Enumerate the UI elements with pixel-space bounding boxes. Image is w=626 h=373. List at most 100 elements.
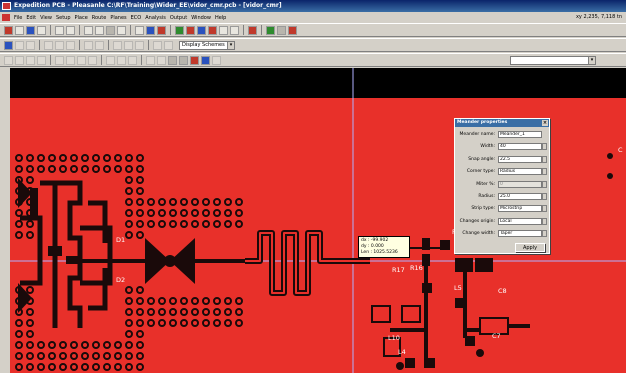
rf-via-fence-icon[interactable] xyxy=(157,55,166,65)
field-input[interactable]: Microstrip xyxy=(498,205,542,213)
via xyxy=(70,154,78,162)
menu-help[interactable]: Help xyxy=(215,15,226,21)
rf-bend-icon[interactable] xyxy=(37,55,46,65)
dialog-field-row: Corner type: Radius xyxy=(457,168,549,176)
redo-icon[interactable] xyxy=(95,25,104,35)
route-icon[interactable] xyxy=(175,25,184,35)
drc-icon[interactable] xyxy=(248,25,257,35)
rf-taper-icon[interactable] xyxy=(66,55,75,65)
measure-tooltip: dx : -99.902 dy : 0.000 Len : 1025.5236 xyxy=(358,236,410,258)
rf-cross-icon[interactable] xyxy=(88,55,97,65)
chevron-down-icon[interactable]: ▾ xyxy=(588,57,595,64)
field-input[interactable]: 25.0 xyxy=(498,193,542,200)
rf-coupler-icon[interactable] xyxy=(179,55,188,65)
spinner-icon[interactable] xyxy=(542,155,547,163)
new-icon[interactable] xyxy=(4,25,13,35)
spinner-icon[interactable] xyxy=(542,143,547,151)
close-icon[interactable]: × xyxy=(542,120,548,126)
fanout-icon[interactable] xyxy=(208,25,217,35)
apply-button[interactable]: Apply xyxy=(515,243,545,252)
rf-gap-icon[interactable] xyxy=(117,55,126,65)
field-input[interactable]: Taper xyxy=(498,230,542,238)
via-icon[interactable] xyxy=(197,25,206,35)
dialog-field-row: Strip type: Microstrip xyxy=(457,205,549,213)
align-right-icon[interactable] xyxy=(55,40,64,50)
chevron-down-icon[interactable]: ▾ xyxy=(227,41,234,49)
field-input[interactable]: Radius xyxy=(498,168,542,176)
rf-meander-icon[interactable] xyxy=(168,55,177,65)
rf-node-icon[interactable] xyxy=(4,55,13,65)
menu-place[interactable]: Place xyxy=(75,15,88,21)
pan-icon[interactable] xyxy=(153,40,162,50)
field-input[interactable]: Meander_1 xyxy=(498,131,542,138)
select-area-icon[interactable] xyxy=(15,40,24,50)
display-scheme-value: Display Schemes xyxy=(182,41,225,48)
rf-spiral-icon[interactable] xyxy=(190,55,199,65)
select-net-icon[interactable] xyxy=(26,40,35,50)
rf-arc-icon[interactable] xyxy=(55,55,64,65)
rotate-icon[interactable] xyxy=(84,40,93,50)
menu-output[interactable]: Output xyxy=(170,15,187,21)
print-icon[interactable] xyxy=(37,25,46,35)
spinner-icon[interactable] xyxy=(542,205,547,213)
cut-icon[interactable] xyxy=(55,25,64,35)
zoom-in-icon[interactable] xyxy=(113,40,122,50)
open-icon[interactable] xyxy=(15,25,24,35)
rf-export-icon[interactable] xyxy=(212,55,221,65)
menu-planes[interactable]: Planes xyxy=(110,15,126,21)
menu-route[interactable]: Route xyxy=(92,15,107,21)
undo-icon[interactable] xyxy=(84,25,93,35)
align-top-icon[interactable] xyxy=(66,40,75,50)
zoom-icon[interactable] xyxy=(230,25,239,35)
window-title-bar[interactable]: Expedition PCB - Pleasanle C:\RF\Trainin… xyxy=(0,0,626,12)
layer-select[interactable]: ▾ xyxy=(510,56,596,65)
flip-icon[interactable] xyxy=(95,40,104,50)
rf-stub-icon[interactable] xyxy=(106,55,115,65)
via xyxy=(158,319,166,327)
rf-port-icon[interactable] xyxy=(146,55,155,65)
rf-step-icon[interactable] xyxy=(128,55,137,65)
menu-edit[interactable]: Edit xyxy=(26,15,36,21)
menu-view[interactable]: View xyxy=(40,15,52,21)
select-icon[interactable] xyxy=(4,40,13,50)
via xyxy=(213,308,221,316)
layer-icon[interactable] xyxy=(266,25,275,35)
display-scheme-select[interactable]: Display Schemes ▾ xyxy=(179,40,235,50)
field-input[interactable]: Local xyxy=(498,217,542,225)
delete-icon[interactable] xyxy=(106,25,115,35)
find-icon[interactable] xyxy=(66,25,75,35)
rf-line-icon[interactable] xyxy=(26,55,35,65)
align-left-icon[interactable] xyxy=(44,40,53,50)
measure-icon[interactable] xyxy=(219,25,228,35)
save-icon[interactable] xyxy=(26,25,35,35)
rf-tee-icon[interactable] xyxy=(77,55,86,65)
via xyxy=(15,209,23,217)
menu-analysis[interactable]: Analysis xyxy=(145,15,166,21)
menu-window[interactable]: Window xyxy=(191,15,211,21)
via xyxy=(235,209,243,217)
spinner-icon[interactable] xyxy=(542,180,547,188)
redraw-icon[interactable] xyxy=(164,40,173,50)
menu-file[interactable]: File xyxy=(14,15,22,21)
spinner-icon[interactable] xyxy=(542,217,547,225)
menu-setup[interactable]: Setup xyxy=(56,15,71,21)
display-icon[interactable] xyxy=(277,25,286,35)
field-input[interactable]: 40 xyxy=(498,143,542,151)
rf-group-icon[interactable] xyxy=(201,55,210,65)
zoom-fit-icon[interactable] xyxy=(135,40,144,50)
menu-eco[interactable]: ECO xyxy=(131,15,142,21)
rf-icon[interactable] xyxy=(288,25,297,35)
document-icon[interactable] xyxy=(2,14,10,21)
paste-icon[interactable] xyxy=(146,25,155,35)
dialog-title-bar[interactable]: Meander properties × xyxy=(455,119,549,127)
rf-shape-icon[interactable] xyxy=(15,55,24,65)
field-input[interactable]: 22.5 xyxy=(498,155,542,163)
properties-icon[interactable] xyxy=(157,25,166,35)
copy-icon[interactable] xyxy=(135,25,144,35)
spinner-icon[interactable] xyxy=(542,230,547,238)
spinner-icon[interactable] xyxy=(542,193,547,200)
grid-icon[interactable] xyxy=(117,25,126,35)
place-icon[interactable] xyxy=(186,25,195,35)
zoom-out-icon[interactable] xyxy=(124,40,133,50)
spinner-icon[interactable] xyxy=(542,168,547,176)
